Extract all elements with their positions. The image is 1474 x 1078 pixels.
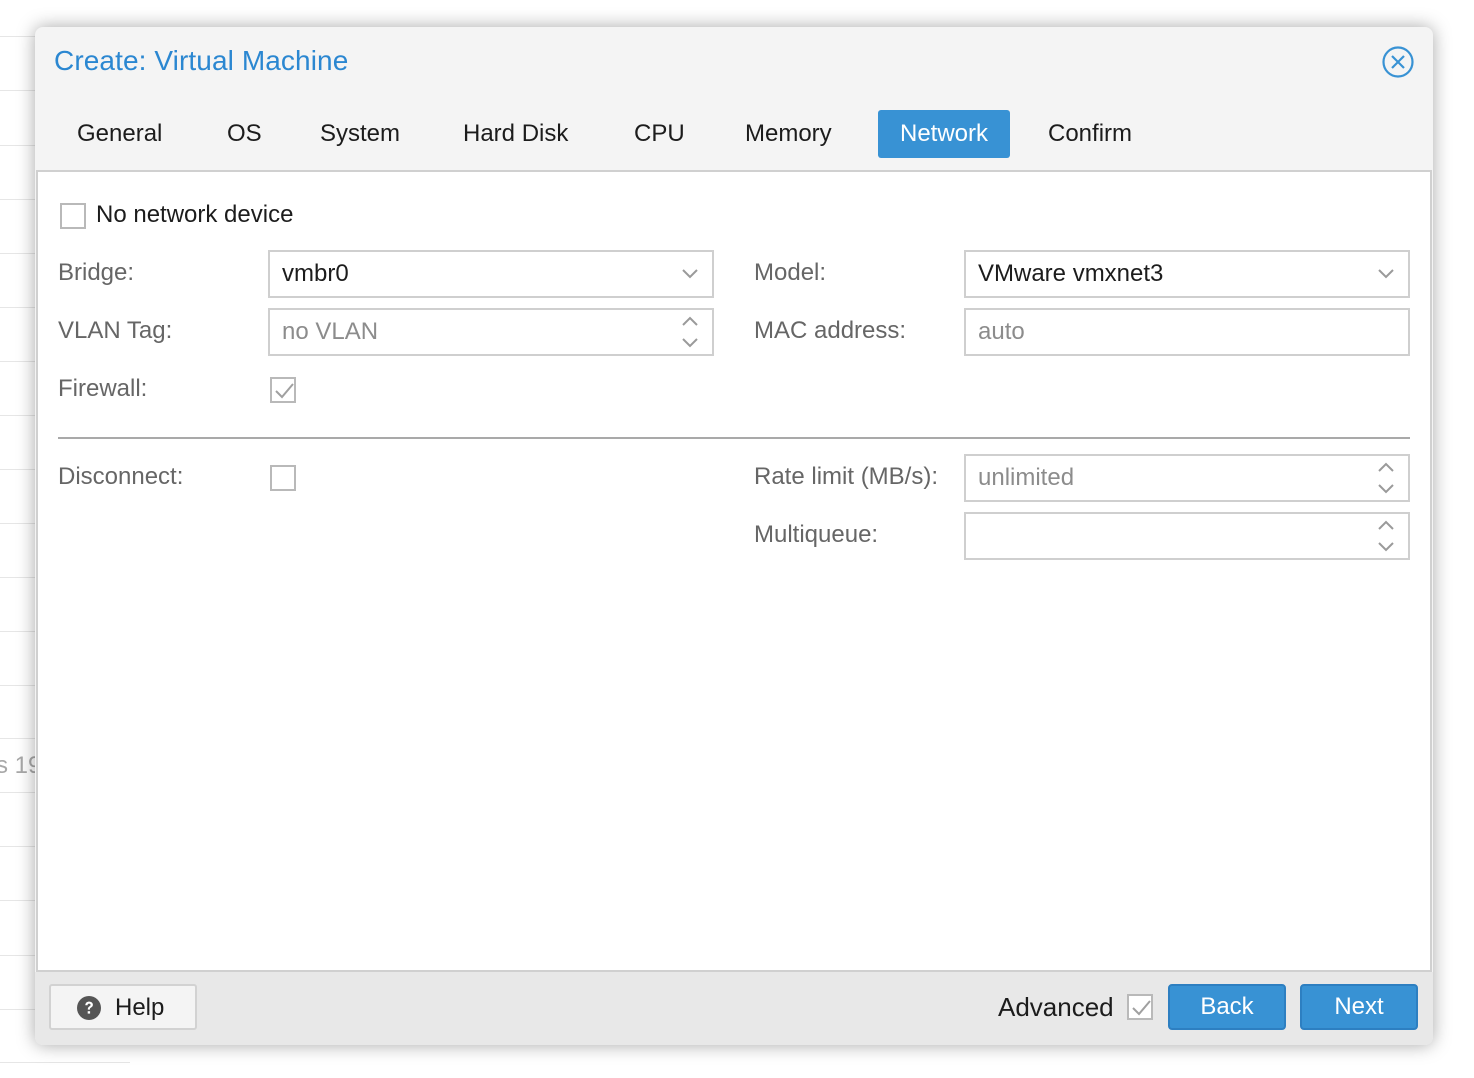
bg-row-divider	[0, 1062, 130, 1063]
mac-address-input[interactable]: auto	[964, 308, 1410, 356]
rate-limit-input[interactable]: unlimited	[964, 454, 1410, 502]
advanced-label: Advanced	[998, 992, 1114, 1022]
bridge-select[interactable]: vmbr0	[268, 250, 714, 298]
close-circle-icon	[1382, 46, 1414, 78]
network-panel: No network device Bridge: vmbr0 VLAN Tag…	[36, 170, 1432, 972]
advanced-divider	[58, 437, 1410, 439]
rate-limit-placeholder: unlimited	[978, 464, 1075, 491]
chevron-down-icon	[682, 269, 698, 279]
advanced-checkbox[interactable]	[1127, 994, 1153, 1020]
tab-hard-disk[interactable]: Hard Disk	[445, 110, 586, 158]
vlan-tag-input[interactable]: no VLAN	[268, 308, 714, 356]
tab-system[interactable]: System	[302, 110, 418, 158]
spinner-arrows-icon[interactable]	[1374, 456, 1398, 500]
disconnect-label: Disconnect:	[58, 463, 184, 490]
no-network-device-checkbox[interactable]	[60, 203, 86, 229]
spinner-arrows-icon[interactable]	[1374, 514, 1398, 558]
tab-memory[interactable]: Memory	[727, 110, 850, 158]
firewall-label: Firewall:	[58, 375, 148, 402]
checkmark-icon	[1132, 1000, 1151, 1016]
vlan-tag-label: VLAN Tag:	[58, 317, 173, 344]
spinner-arrows-icon[interactable]	[678, 310, 702, 354]
bridge-value: vmbr0	[282, 260, 349, 287]
tab-network[interactable]: Network	[878, 110, 1010, 158]
firewall-checkbox[interactable]	[270, 377, 296, 403]
bridge-label: Bridge:	[58, 259, 135, 286]
mac-address-placeholder: auto	[978, 318, 1025, 345]
model-label: Model:	[754, 259, 827, 286]
question-circle-icon	[77, 996, 101, 1020]
tab-confirm[interactable]: Confirm	[1030, 110, 1150, 158]
checkmark-icon	[275, 383, 294, 399]
back-button[interactable]: Back	[1168, 984, 1286, 1030]
tab-cpu[interactable]: CPU	[616, 110, 703, 158]
model-select[interactable]: VMware vmxnet3	[964, 250, 1410, 298]
multiqueue-input[interactable]	[964, 512, 1410, 560]
dialog-title: Create: Virtual Machine	[54, 45, 349, 76]
chevron-down-icon	[1378, 269, 1394, 279]
help-button[interactable]: Help	[49, 984, 197, 1030]
help-label: Help	[115, 994, 165, 1021]
create-vm-dialog: Create: Virtual Machine General OS Syste…	[35, 27, 1433, 1045]
next-button[interactable]: Next	[1300, 984, 1418, 1030]
rate-limit-label: Rate limit (MB/s):	[754, 463, 939, 490]
disconnect-checkbox[interactable]	[270, 465, 296, 491]
tab-os[interactable]: OS	[209, 110, 280, 158]
vlan-tag-placeholder: no VLAN	[282, 318, 379, 345]
mac-address-label: MAC address:	[754, 317, 907, 344]
model-value: VMware vmxnet3	[978, 260, 1164, 287]
close-button[interactable]	[1381, 45, 1415, 79]
multiqueue-label: Multiqueue:	[754, 521, 879, 548]
tab-general[interactable]: General	[59, 110, 180, 158]
dialog-footer: Help Advanced Back Next	[35, 972, 1433, 1045]
no-network-device-label: No network device	[96, 201, 294, 228]
